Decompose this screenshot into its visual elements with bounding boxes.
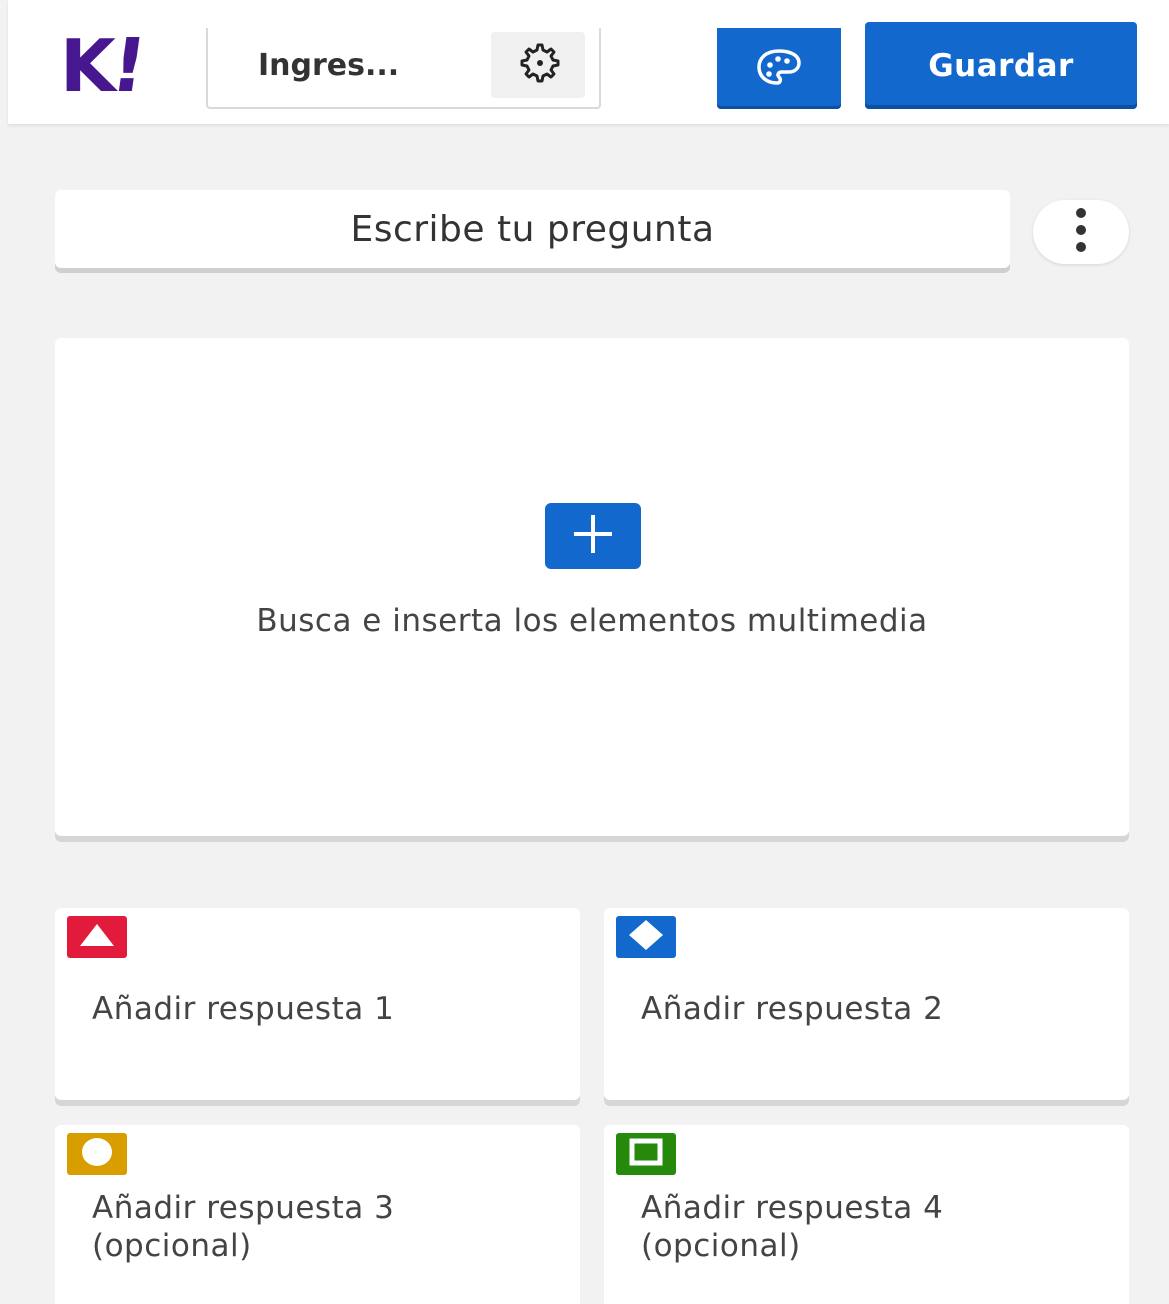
gear-icon — [507, 39, 569, 91]
answer-placeholder-4: Añadir respuesta 4 (opcional) — [641, 1190, 944, 1264]
answer-shape-badge — [67, 916, 127, 958]
diamond-icon — [626, 918, 666, 956]
triangle-icon — [77, 921, 117, 953]
answer-placeholder-3: Añadir respuesta 3 (opcional) — [92, 1190, 395, 1264]
answer-placeholder-2: Añadir respuesta 2 — [641, 991, 944, 1027]
answer-shape-badge — [616, 916, 676, 958]
top-bar: K ! Ingres... Guardar — [8, 0, 1169, 124]
media-area[interactable]: Busca e inserta los elementos multimedia — [55, 338, 1129, 836]
settings-button[interactable] — [491, 32, 585, 98]
palette-icon — [751, 45, 807, 93]
answer-shape-badge — [616, 1133, 676, 1175]
add-media-button[interactable] — [545, 503, 641, 569]
circle-icon — [80, 1136, 114, 1172]
media-prompt: Busca e inserta los elementos multimedia — [256, 603, 928, 639]
question-input[interactable]: Escribe tu pregunta — [55, 190, 1010, 268]
answer-placeholder-1: Añadir respuesta 1 — [92, 991, 395, 1027]
answer-card-4[interactable]: Añadir respuesta 4 (opcional) — [604, 1125, 1129, 1304]
quiz-title-preview[interactable]: Ingres... — [258, 48, 399, 83]
answer-shape-badge — [67, 1133, 127, 1175]
answer-card-3[interactable]: Añadir respuesta 3 (opcional) — [55, 1125, 580, 1304]
logo-letter: K — [60, 24, 116, 108]
square-icon — [629, 1138, 663, 1170]
save-button-label: Guardar — [928, 47, 1074, 84]
plus-icon — [565, 513, 621, 559]
question-placeholder: Escribe tu pregunta — [350, 208, 715, 250]
theme-button[interactable] — [717, 28, 841, 109]
answer-card-1[interactable]: Añadir respuesta 1 — [55, 908, 580, 1100]
save-button[interactable]: Guardar — [865, 22, 1137, 109]
kebab-menu-icon — [1075, 207, 1087, 257]
quiz-title-settings[interactable]: Ingres... — [206, 28, 601, 109]
kahoot-logo[interactable]: K ! — [60, 23, 152, 109]
question-options-button[interactable] — [1033, 200, 1129, 264]
answer-card-2[interactable]: Añadir respuesta 2 — [604, 908, 1129, 1100]
